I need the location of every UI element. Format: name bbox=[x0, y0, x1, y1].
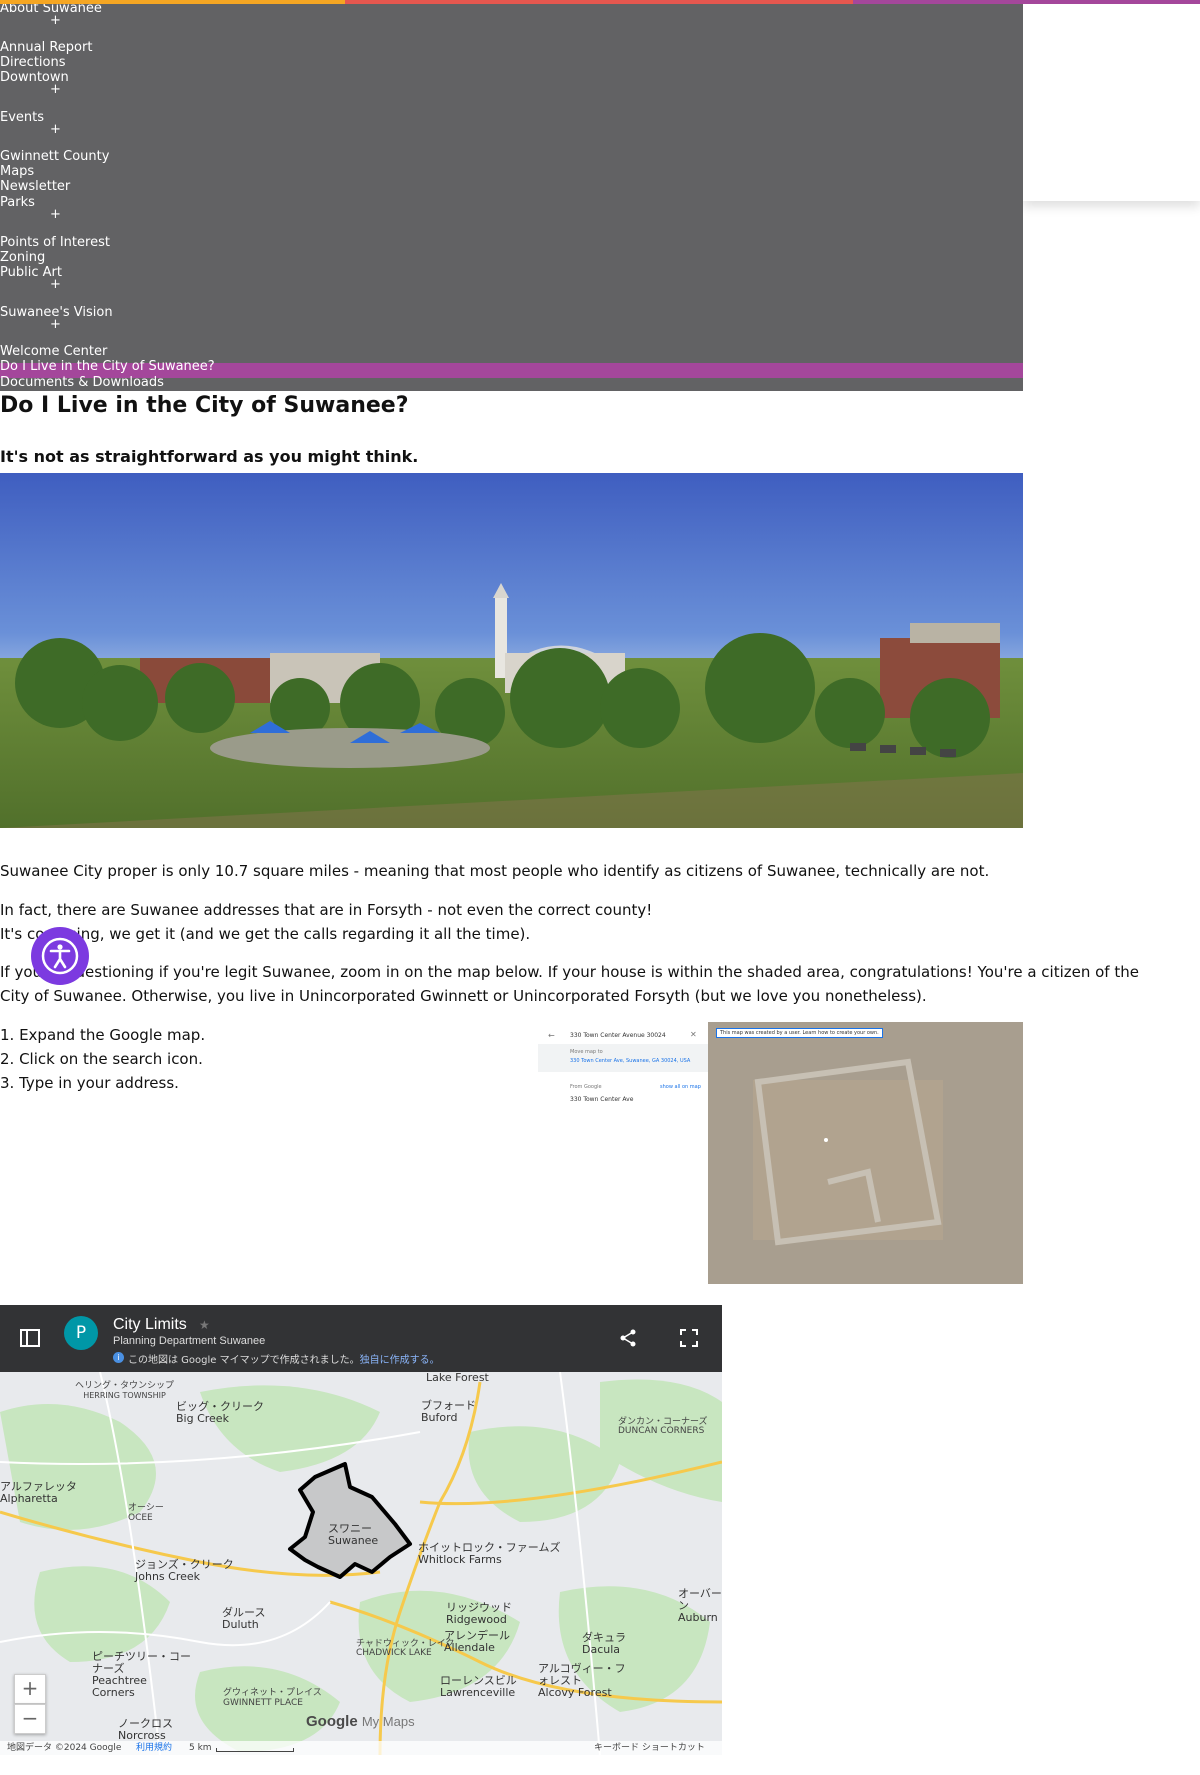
map-label-dacula: ダキュラ Dacula bbox=[582, 1631, 626, 1656]
map-label-duncan-corners: ダンカン・コーナーズ DUNCAN CORNERS bbox=[618, 1417, 708, 1436]
accessibility-icon bbox=[41, 937, 79, 975]
thumb-from-google: From Google bbox=[570, 1084, 602, 1090]
nav-item-documents-downloads[interactable]: Documents & Downloads bbox=[0, 376, 164, 390]
back-arrow-icon: ← bbox=[548, 1031, 555, 1040]
nav-menu bbox=[0, 4, 1023, 391]
thumb-search-panel: ← 330 Town Center Avenue 30024 ✕ Move ma… bbox=[538, 1022, 708, 1284]
map-label-alpharetta: アルファレッタ Alpharetta bbox=[0, 1480, 77, 1505]
terms-link[interactable]: 利用規約 bbox=[136, 1741, 172, 1755]
expand-parks[interactable]: + bbox=[50, 208, 61, 221]
thumb-move-map: Move map to bbox=[570, 1049, 603, 1055]
page-subtitle: It's not as straightforward as you might… bbox=[0, 447, 419, 466]
paragraph-instructions-line1: If you're questioning if you're legit Su… bbox=[0, 963, 1139, 981]
accent-orange bbox=[0, 0, 345, 4]
expand-downtown[interactable]: + bbox=[50, 83, 61, 96]
scale-label: 5 km bbox=[189, 1743, 212, 1753]
close-icon: ✕ bbox=[690, 1030, 697, 1039]
star-icon[interactable]: ★ bbox=[199, 1318, 210, 1332]
nav-item-welcome-center[interactable]: Welcome Center bbox=[0, 345, 107, 359]
map-subtitle: Planning Department Suwanee bbox=[113, 1335, 266, 1347]
nav-item-maps[interactable]: Maps bbox=[0, 165, 34, 179]
nav-item-parks[interactable]: Parks bbox=[0, 196, 35, 210]
create-own-link[interactable]: 独自に作成する。 bbox=[360, 1355, 440, 1366]
paragraph-city-size: Suwanee City proper is only 10.7 square … bbox=[0, 862, 990, 880]
map-label-duluth: ダルース Duluth bbox=[222, 1606, 266, 1631]
zoom-out-button[interactable]: − bbox=[14, 1704, 46, 1734]
map-label-buford: ブフォード Buford bbox=[421, 1399, 476, 1424]
info-icon: i bbox=[113, 1352, 124, 1363]
hero-image bbox=[0, 473, 1023, 828]
avatar: P bbox=[64, 1316, 98, 1350]
thumb-show-all: show all on map bbox=[660, 1084, 701, 1090]
page-title: Do I Live in the City of Suwanee? bbox=[0, 393, 409, 418]
expand-events[interactable]: + bbox=[50, 123, 61, 136]
nav-item-directions[interactable]: Directions bbox=[0, 56, 66, 70]
google-my-maps-logo: Google My Maps bbox=[306, 1713, 415, 1730]
map-label-big-creek: ビッグ・クリーク Big Creek bbox=[176, 1400, 264, 1425]
map-label-ridgewood: リッジウッド Ridgewood bbox=[446, 1601, 512, 1626]
step-2: 2. Click on the search icon. bbox=[0, 1050, 203, 1068]
nav-item-newsletter[interactable]: Newsletter bbox=[0, 180, 70, 194]
map-label-lawrenceville: ローレンスビル Lawrenceville bbox=[440, 1674, 517, 1699]
step-3: 3. Type in your address. bbox=[0, 1074, 179, 1092]
accessibility-button[interactable] bbox=[31, 927, 89, 985]
embedded-map[interactable]: ヘリング・タウンシップ HERRING TOWNSHIP ビッグ・クリーク Big … bbox=[0, 1305, 722, 1755]
nav-item-do-i-live[interactable]: Do I Live in the City of Suwanee? bbox=[0, 360, 215, 374]
map-label-suwanee: スワニー Suwanee bbox=[328, 1522, 379, 1547]
nav-item-annual-report[interactable]: Annual Report bbox=[0, 41, 92, 55]
map-label-whitlock-farms: ホイットロック・ファームズ Whitlock Farms bbox=[418, 1541, 561, 1566]
fullscreen-icon[interactable] bbox=[680, 1329, 698, 1347]
thumb-search-text: 330 Town Center Avenue 30024 bbox=[570, 1032, 666, 1039]
expand-about-suwanee[interactable]: + bbox=[50, 14, 61, 27]
map-label-auburn: オーバーン Auburn bbox=[678, 1587, 722, 1624]
nav-item-zoning[interactable]: Zoning bbox=[0, 251, 45, 265]
thumb-result: 330 Town Center Ave bbox=[570, 1096, 634, 1103]
map-label-chadwick-lake: チャドウィック・レイク CHADWICK LAKE bbox=[356, 1639, 455, 1658]
nav-item-gwinnett-county[interactable]: Gwinnett County bbox=[0, 150, 109, 164]
paragraph-forsyth: In fact, there are Suwanee addresses tha… bbox=[0, 901, 653, 919]
nav-item-points-of-interest[interactable]: Points of Interest bbox=[0, 236, 110, 250]
accent-red bbox=[345, 0, 853, 4]
scale-bar bbox=[216, 1748, 294, 1752]
paragraph-instructions-line2: City of Suwanee. Otherwise, you live in … bbox=[0, 987, 927, 1005]
map-footer: 地図データ ©2024 Google 利用規約 5 km キーボード ショートカ… bbox=[0, 1741, 722, 1755]
map-header: P City Limits ★ Planning Department Suwa… bbox=[0, 1305, 722, 1372]
zoom-in-button[interactable]: + bbox=[14, 1674, 46, 1704]
sidebar-toggle-icon[interactable] bbox=[20, 1329, 40, 1347]
map-data-attribution: 地図データ ©2024 Google bbox=[7, 1743, 122, 1753]
map-label-alcovy-forest: アルコヴィー・フォレスト Alcovy Forest bbox=[538, 1662, 626, 1699]
map-label-lake-forest: Lake Forest bbox=[426, 1371, 489, 1384]
nav-item-events[interactable]: Events bbox=[0, 111, 44, 125]
map-label-peachtree-corners: ピーチツリー・コーナーズ Peachtree Corners bbox=[92, 1650, 191, 1699]
map-title: City Limits bbox=[113, 1316, 187, 1333]
instruction-screenshot: ← 330 Town Center Avenue 30024 ✕ Move ma… bbox=[538, 1022, 1023, 1284]
map-label-johns-creek: ジョンズ・クリーク Johns Creek bbox=[135, 1558, 234, 1583]
step-1: 1. Expand the Google map. bbox=[0, 1026, 206, 1044]
thumb-address-link: 330 Town Center Ave, Suwanee, GA 30024, … bbox=[570, 1058, 691, 1064]
map-label-ocee: オーシー OCEE bbox=[128, 1503, 164, 1523]
map-label-herring: ヘリング・タウンシップ HERRING TOWNSHIP bbox=[75, 1381, 175, 1400]
accent-purple bbox=[853, 0, 1200, 4]
map-label-allendale: アレンデール Allendale bbox=[444, 1629, 510, 1654]
share-icon[interactable] bbox=[619, 1329, 637, 1347]
expand-suwanees-vision[interactable]: + bbox=[50, 318, 61, 331]
steps-list: 1. Expand the Google map. 2. Click on th… bbox=[0, 1023, 205, 1095]
expand-public-art[interactable]: + bbox=[50, 278, 61, 291]
map-label-norcross: ノークロス Norcross bbox=[118, 1717, 173, 1742]
map-notice: この地図は Google マイマップで作成されました。独自に作成する。 bbox=[128, 1355, 440, 1366]
keyboard-shortcuts-link[interactable]: キーボード ショートカット bbox=[594, 1741, 705, 1755]
header-panel bbox=[1023, 4, 1200, 201]
accent-stripe bbox=[0, 0, 1200, 4]
map-label-gwinnett-place: グウィネット・プレイス GWINNETT PLACE bbox=[223, 1688, 322, 1708]
